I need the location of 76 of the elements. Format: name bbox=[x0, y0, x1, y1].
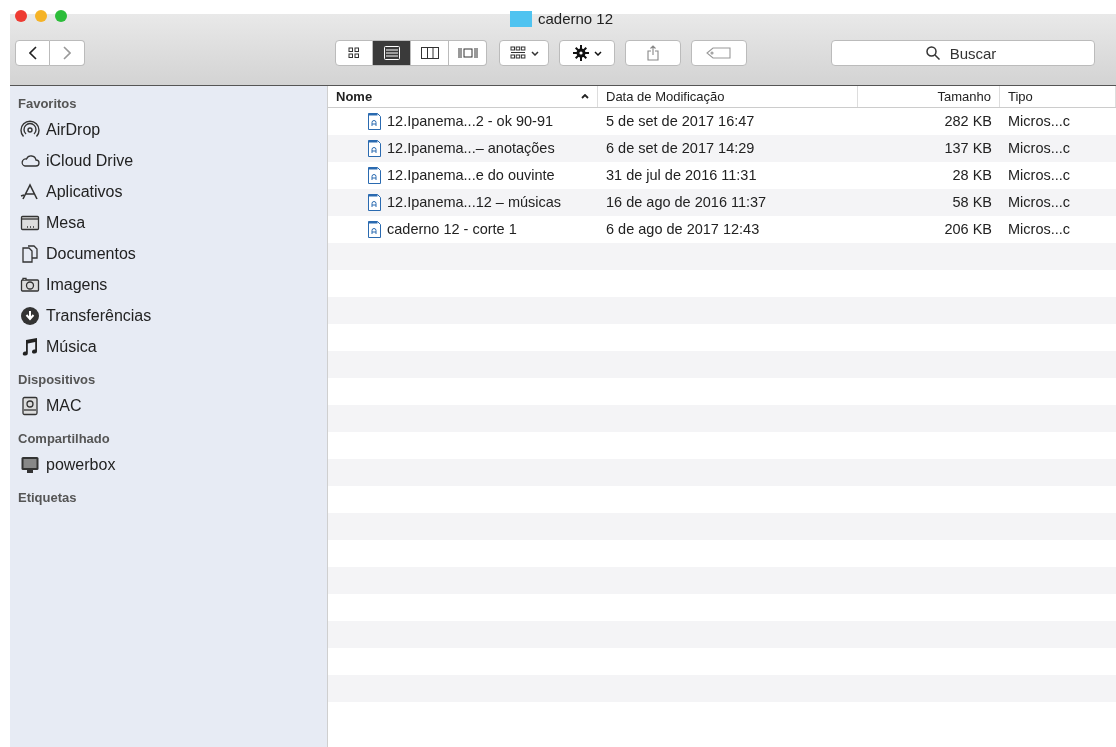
view-mode-button[interactable] bbox=[373, 40, 411, 66]
file-name[interactable]: caderno 12 - corte 1 bbox=[387, 218, 517, 241]
table-cell-text: 6 de set de 2017 14:29 bbox=[605, 138, 756, 158]
chevron-right-icon bbox=[63, 46, 71, 60]
compass-icon bbox=[20, 181, 40, 202]
document-icon bbox=[368, 113, 381, 130]
download-icon bbox=[20, 305, 40, 326]
column-header[interactable]: Tamanho bbox=[858, 86, 1000, 107]
share-icon bbox=[647, 45, 659, 61]
table-cell-text: 58 KB bbox=[951, 192, 993, 212]
table-cell-text: Micros...c bbox=[1007, 192, 1072, 212]
folder-icon bbox=[509, 11, 532, 27]
gear-icon bbox=[572, 45, 589, 61]
sidebar-item[interactable]: Imagens bbox=[18, 269, 108, 300]
back-button[interactable] bbox=[15, 40, 50, 66]
sort-ascending-icon bbox=[581, 94, 589, 99]
documents-icon bbox=[20, 243, 40, 264]
view-mode-button[interactable] bbox=[411, 40, 449, 66]
table-cell-text: 5 de set de 2017 16:47 bbox=[605, 111, 756, 131]
table-row[interactable]: 12.Ipanema...– anotações 6 de set de 2017 14:29 137 KB Micros...c bbox=[328, 135, 1116, 162]
list-icon bbox=[383, 46, 400, 60]
arrange-button[interactable] bbox=[499, 40, 549, 66]
search-icon bbox=[926, 46, 940, 60]
sidebar-item[interactable]: Transferências bbox=[18, 300, 152, 331]
chevron-left-icon bbox=[28, 46, 37, 60]
document-icon bbox=[368, 194, 381, 211]
column-header[interactable]: Nome bbox=[328, 86, 598, 107]
table-cell-text: 206 KB bbox=[943, 219, 993, 239]
music-note-icon bbox=[20, 336, 40, 357]
sidebar-section-title: Etiquetas bbox=[18, 489, 78, 507]
table-cell-text: 16 de ago de 2016 11:37 bbox=[605, 192, 768, 212]
file-name[interactable]: 12.Ipanema...12 – músicas bbox=[387, 191, 562, 214]
document-icon bbox=[368, 167, 381, 184]
sidebar-item[interactable]: Aplicativos bbox=[18, 176, 123, 207]
monitor-icon bbox=[20, 454, 40, 475]
sidebar-item[interactable]: Documentos bbox=[18, 238, 136, 269]
action-button[interactable] bbox=[559, 40, 615, 66]
file-name[interactable]: 12.Ipanema...2 - ok 90-91 bbox=[387, 110, 554, 133]
sidebar-item[interactable]: iCloud Drive bbox=[18, 145, 134, 176]
file-name[interactable]: 12.Ipanema...e do ouvinte bbox=[387, 164, 555, 187]
file-name[interactable]: 12.Ipanema...– anotações bbox=[387, 137, 555, 160]
document-icon bbox=[368, 221, 381, 238]
table-cell-text: 31 de jul de 2016 11:31 bbox=[605, 165, 758, 185]
table-cell-text: 6 de ago de 2017 12:43 bbox=[605, 219, 761, 239]
table-cell-text: 137 KB bbox=[943, 138, 993, 158]
sidebar-section-title: Compartilhado bbox=[18, 430, 111, 448]
sidebar-item[interactable]: AirDrop bbox=[18, 114, 101, 145]
close-button[interactable] bbox=[15, 10, 27, 22]
coverflow-icon bbox=[457, 47, 478, 59]
zoom-button[interactable] bbox=[55, 10, 67, 22]
table-cell-text: Micros...c bbox=[1007, 165, 1072, 185]
table-cell-text: Micros...c bbox=[1007, 111, 1072, 131]
window-title: caderno 12 bbox=[537, 11, 614, 27]
sidebar-item[interactable]: Música bbox=[18, 331, 97, 362]
table-cell-text: Micros...c bbox=[1007, 138, 1072, 158]
column-header[interactable]: Tipo bbox=[1000, 86, 1116, 107]
grid-icon bbox=[509, 46, 526, 60]
column-header[interactable]: Data de Modificação bbox=[598, 86, 858, 107]
sidebar-item[interactable]: Mesa bbox=[18, 207, 86, 238]
hard-drive-icon bbox=[20, 395, 40, 416]
sidebar-section-title: Favoritos bbox=[18, 95, 78, 113]
table-cell-text: 282 KB bbox=[943, 111, 993, 131]
columns-icon bbox=[420, 47, 439, 59]
document-icon bbox=[368, 140, 381, 157]
caret-down-icon bbox=[530, 50, 539, 56]
sidebar-item[interactable]: powerbox bbox=[18, 449, 116, 480]
view-mode-button[interactable] bbox=[335, 40, 373, 66]
sidebar-section-title: Dispositivos bbox=[18, 371, 97, 389]
tag-icon bbox=[706, 47, 732, 59]
caret-down-icon bbox=[593, 50, 602, 56]
table-cell-text: Micros...c bbox=[1007, 219, 1072, 239]
search-field[interactable]: Buscar bbox=[831, 40, 1095, 66]
table-row[interactable]: 12.Ipanema...12 – músicas 16 de ago de 2016 11:37 58 KB Micros...c bbox=[328, 189, 1116, 216]
grid-icon bbox=[348, 47, 360, 59]
table-cell-text: 28 KB bbox=[951, 165, 993, 185]
sidebar-item[interactable]: MAC bbox=[18, 390, 82, 421]
